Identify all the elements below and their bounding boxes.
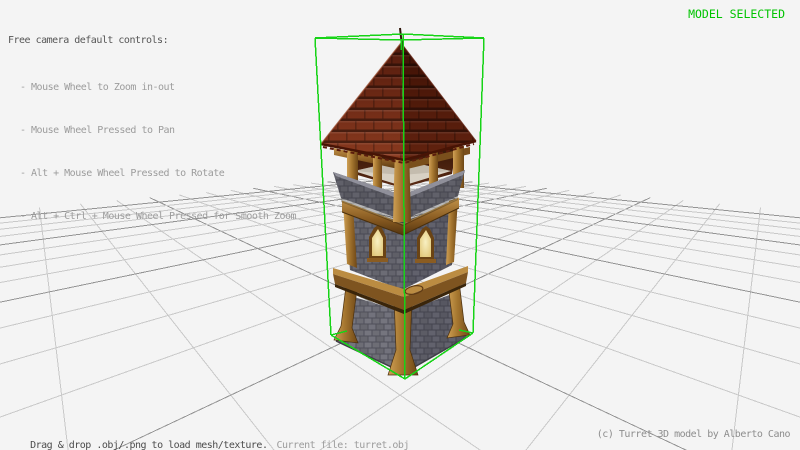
drop-hint-text: Drag & drop .obj/.png to load mesh/textu…	[30, 440, 267, 450]
camera-help-panel: Free camera default controls: - Mouse Wh…	[8, 13, 296, 249]
status-badge: MODEL SELECTED	[688, 7, 785, 21]
help-item: - Mouse Wheel Pressed to Pan	[8, 120, 296, 141]
help-item: - Mouse Wheel to Zoom in-out	[8, 77, 296, 98]
current-file-label: Current file: turret.obj	[276, 440, 409, 450]
help-title: Free camera default controls:	[8, 35, 296, 46]
roof	[321, 28, 476, 163]
viewport-3d[interactable]: Free camera default controls: - Mouse Wh…	[0, 0, 800, 450]
footer-hint: Drag & drop .obj/.png to load mesh/textu…	[8, 429, 409, 450]
help-item: - Alt + Mouse Wheel Pressed to Rotate	[8, 163, 296, 184]
credit-text: (c) Turret 3D model by Alberto Cano	[597, 429, 790, 440]
help-item: - Alt + Ctrl + Mouse Wheel Pressed for S…	[8, 206, 296, 227]
turret-model[interactable]	[321, 28, 476, 375]
